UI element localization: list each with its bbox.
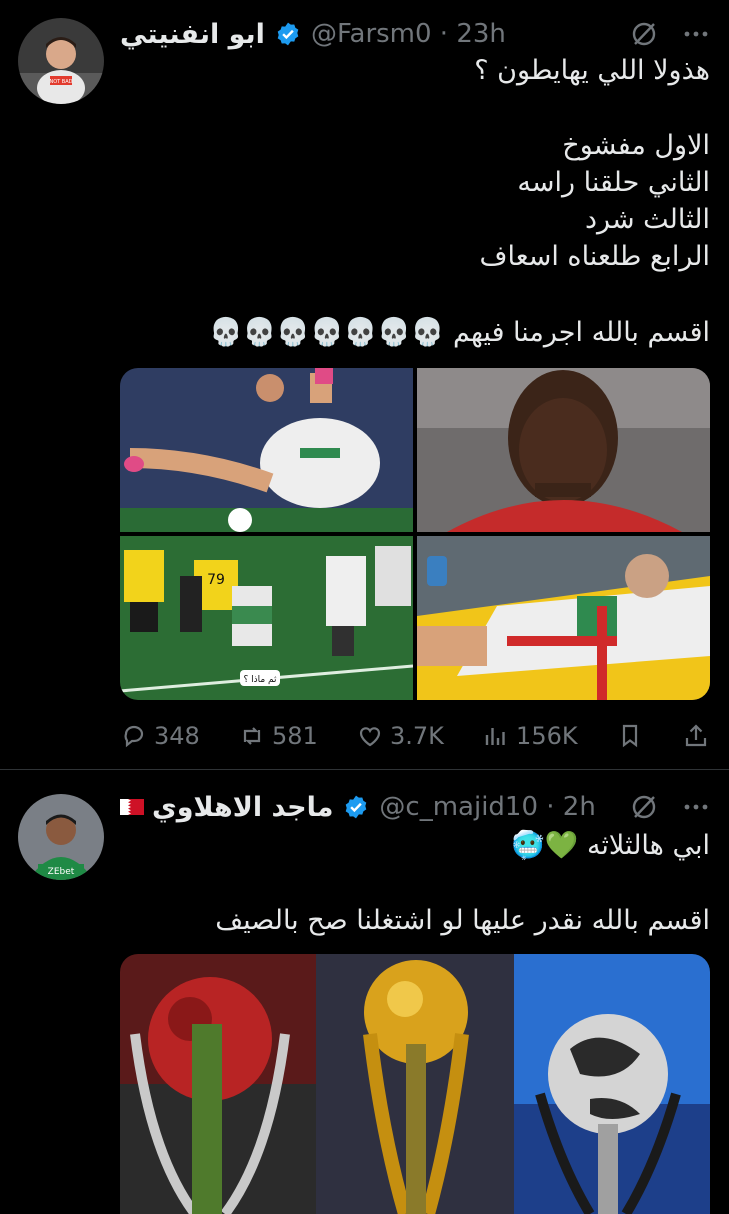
bookmark-icon <box>622 724 637 748</box>
tweet-text-last: اقسم بالله نقدر عليها لو اشتغلنا صح بالص… <box>215 905 710 936</box>
views-icon <box>485 728 505 745</box>
avatar-shirt-text: ZEbet <box>48 867 75 877</box>
handle-and-time[interactable]: @c_majid10 · 2h <box>379 792 595 822</box>
repost-icon <box>243 727 261 745</box>
tweet-actions: 348 581 3.7K 156K <box>120 718 710 754</box>
tweet-text-line1: هذولا اللي يهايطون ؟ <box>474 55 710 86</box>
media-image-1[interactable] <box>120 368 413 532</box>
tweet-divider <box>0 769 729 770</box>
bookmark-button[interactable] <box>616 722 644 750</box>
verified-badge-icon <box>277 22 299 46</box>
media-image-4[interactable] <box>417 536 710 700</box>
handle-and-time[interactable]: @Farsm0 · 23h <box>311 19 506 49</box>
reply-count: 348 <box>154 722 200 750</box>
svg-text:79: 79 <box>207 572 225 588</box>
like-count: 3.7K <box>389 722 444 750</box>
display-name[interactable]: ابو انفنيتي <box>120 19 265 50</box>
tweet-1[interactable]: NOT BAD ابو انفنيتي @Farsm0 · 23h هذولا … <box>0 0 729 770</box>
tweet-header: ابو انفنيتي @Farsm0 · 23h <box>120 14 710 54</box>
grok-icon[interactable] <box>630 20 658 48</box>
reply-button[interactable]: 348 <box>120 722 200 750</box>
avatar[interactable]: ZEbet <box>18 794 104 880</box>
grok-icon[interactable] <box>630 793 658 821</box>
tweet-text-line1: ابي هالثلاثه 💚🥶 <box>511 830 710 861</box>
more-icon[interactable] <box>682 793 710 821</box>
like-button[interactable]: 3.7K <box>356 722 444 750</box>
tweet-2[interactable]: ZEbet ماجد الاهلاوي @c_majid10 · 2h ابي … <box>0 771 729 1214</box>
verified-badge-icon <box>346 795 367 819</box>
share-button[interactable] <box>682 722 710 750</box>
bahrain-flag-icon <box>120 799 144 815</box>
repost-button[interactable]: 581 <box>238 722 318 750</box>
reply-icon <box>124 725 144 748</box>
repost-count: 581 <box>271 722 318 750</box>
like-icon <box>359 727 381 747</box>
views-count: 156K <box>516 722 578 750</box>
media-image-3[interactable]: 79 ثم ماذا ؟ <box>120 536 413 700</box>
media-image-trophies[interactable] <box>120 954 710 1214</box>
media-image-2[interactable] <box>417 368 710 532</box>
display-name[interactable]: ماجد الاهلاوي <box>152 792 333 823</box>
media-grid[interactable]: 79 ثم ماذا ؟ <box>120 368 710 700</box>
tweet-header: ماجد الاهلاوي @c_majid10 · 2h <box>120 787 710 827</box>
avatar-shirt-text: NOT BAD <box>49 79 72 85</box>
tweet-text-block: الاول مفشوخ الثاني حلقنا راسه الثالث شرد… <box>479 130 710 272</box>
tweet-text-last: اقسم بالله اجرمنا فيهم 💀💀💀💀💀💀💀 <box>209 317 710 348</box>
share-icon <box>685 724 707 747</box>
views-button[interactable]: 156K <box>482 722 578 750</box>
more-icon[interactable] <box>682 20 710 48</box>
avatar[interactable]: NOT BAD <box>18 18 104 104</box>
media-caption: ثم ماذا ؟ <box>243 675 277 685</box>
